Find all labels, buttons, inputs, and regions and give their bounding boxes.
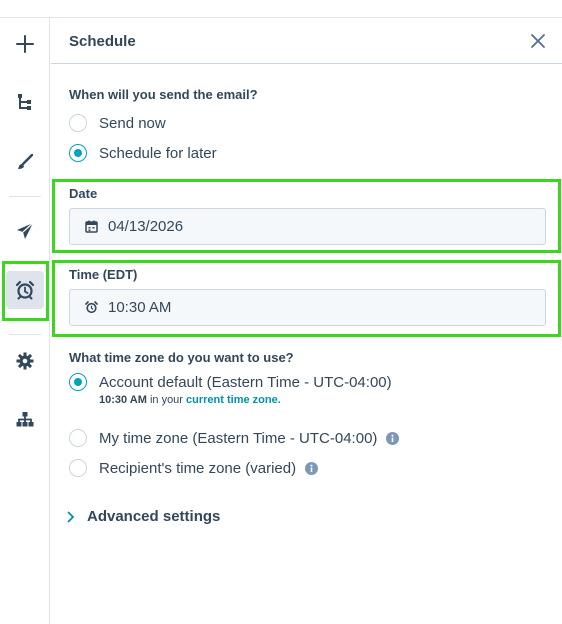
branch-icon (18, 94, 31, 110)
design-button[interactable] (6, 143, 44, 181)
note-text: in your (146, 394, 187, 406)
radio-button[interactable] (69, 459, 87, 477)
radio-label: My time zone (Eastern Time - UTC-04:00) (99, 429, 378, 447)
radio-recipient-time-zone[interactable]: Recipient's time zone (varied) (69, 459, 319, 477)
timezone-note: 10:30 AM in your current time zone. (99, 394, 281, 406)
send-button[interactable] (6, 212, 44, 250)
close-icon (531, 34, 545, 48)
radio-button[interactable] (69, 114, 87, 132)
paper-plane-icon (17, 222, 34, 239)
radio-label: Account default (Eastern Time - UTC-04:0… (99, 373, 392, 391)
date-highlight (52, 179, 561, 253)
note-time: 10:30 AM (99, 394, 147, 406)
close-button[interactable] (529, 32, 547, 50)
rail-divider (9, 196, 41, 197)
radio-label: Schedule for later (99, 144, 217, 162)
current-time-zone-link[interactable]: current time zone. (186, 394, 281, 406)
advanced-settings-toggle[interactable]: Advanced settings (67, 508, 220, 525)
radio-label: Recipient's time zone (varied) (99, 459, 297, 477)
radio-button[interactable] (69, 373, 87, 391)
info-icon[interactable] (305, 461, 319, 475)
schedule-rail-highlight (2, 261, 49, 321)
panel-title: Schedule (69, 33, 136, 50)
radio-schedule-later[interactable]: Schedule for later (69, 144, 217, 162)
panel-header: Schedule (51, 18, 562, 64)
timezone-question: What time zone do you want to use? (69, 350, 294, 365)
radio-account-default[interactable]: Account default (Eastern Time - UTC-04:0… (69, 373, 392, 391)
sitemap-icon (16, 412, 34, 427)
settings-button[interactable] (6, 342, 44, 380)
info-icon[interactable] (386, 431, 400, 445)
chevron-right-icon (67, 511, 75, 522)
brush-icon (18, 153, 34, 169)
add-button[interactable] (6, 25, 44, 63)
radio-my-time-zone[interactable]: My time zone (Eastern Time - UTC-04:00) (69, 429, 400, 447)
left-rail (0, 18, 50, 624)
radio-button[interactable] (69, 144, 87, 162)
structure-button[interactable] (6, 401, 44, 439)
advanced-settings-label: Advanced settings (87, 508, 221, 525)
gear-icon (16, 352, 34, 370)
branch-button[interactable] (6, 84, 44, 122)
radio-send-now[interactable]: Send now (69, 114, 166, 132)
radio-button[interactable] (69, 429, 87, 447)
radio-label: Send now (99, 114, 166, 132)
time-highlight (52, 260, 561, 337)
rail-divider (9, 334, 41, 335)
send-question: When will you send the email? (69, 87, 258, 102)
plus-icon (16, 35, 34, 53)
